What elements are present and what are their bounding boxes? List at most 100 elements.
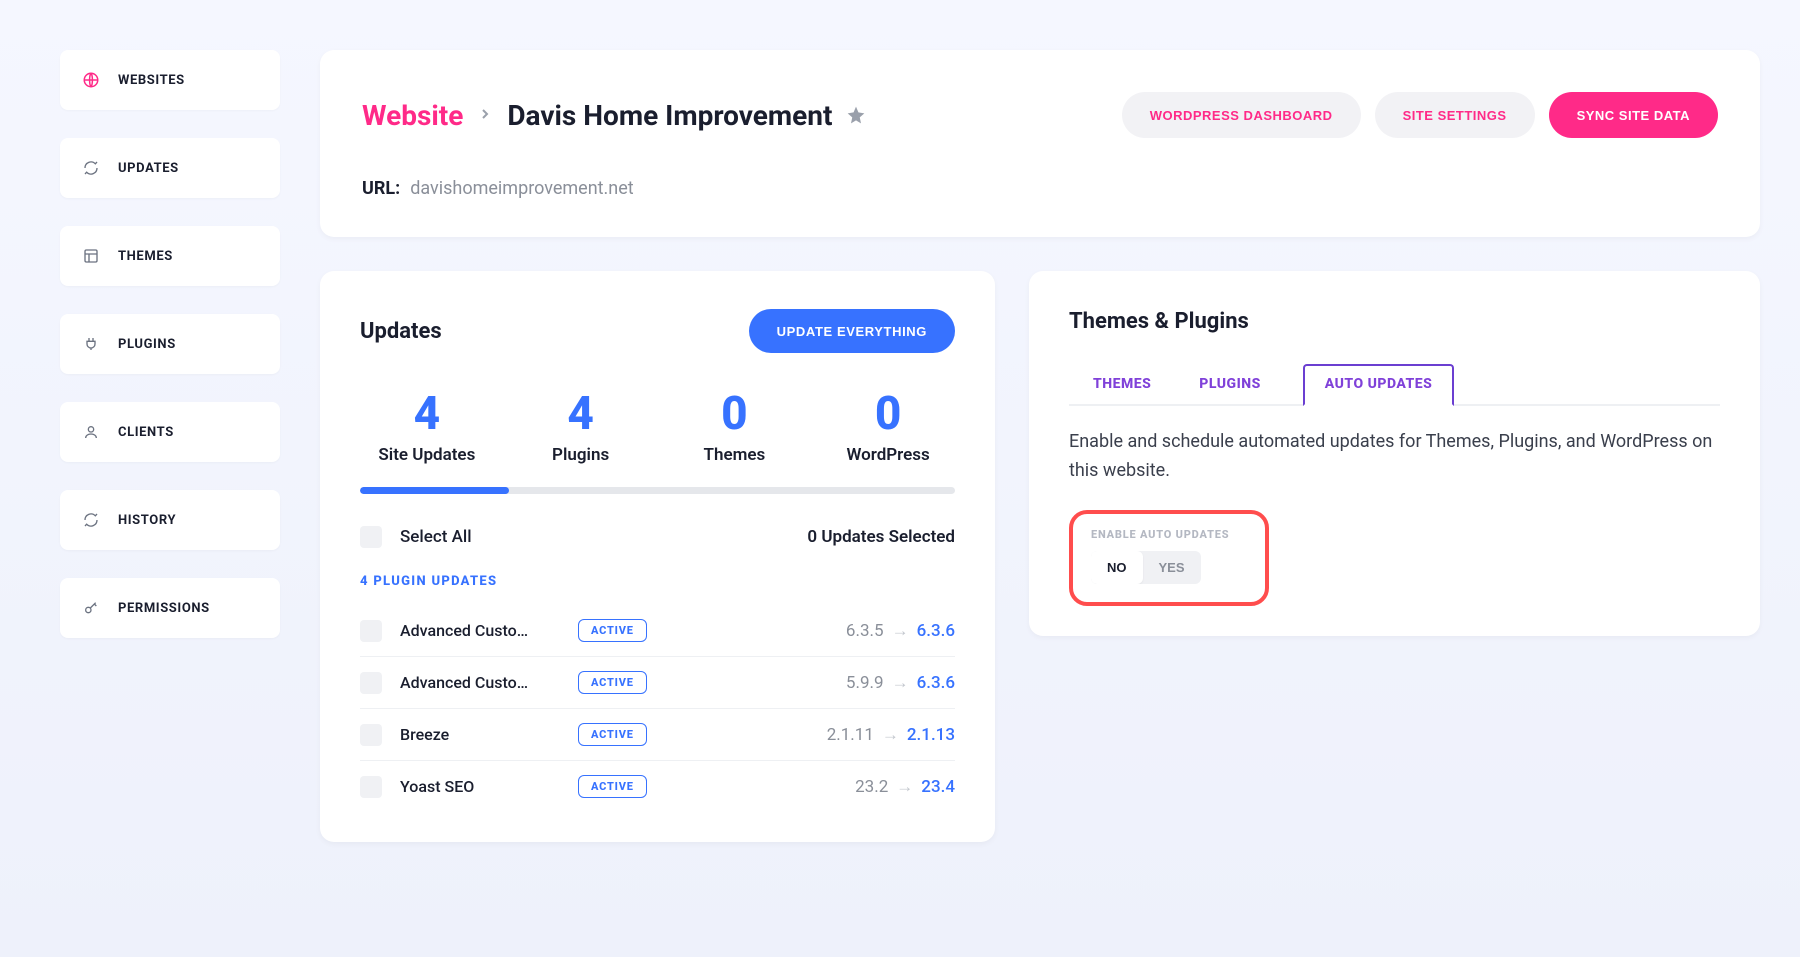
main-content: Website Davis Home Improvement WORDPRESS…	[320, 50, 1760, 842]
enable-auto-updates-label: ENABLE AUTO UPDATES	[1091, 528, 1247, 541]
sidebar-label: CLIENTS	[118, 425, 174, 440]
sidebar-label: HISTORY	[118, 513, 176, 528]
sidebar-item-updates[interactable]: UPDATES	[60, 138, 280, 198]
plugin-version: 2.1.11 → 2.1.13	[665, 725, 955, 745]
status-badge: ACTIVE	[578, 723, 647, 746]
status-badge: ACTIVE	[578, 671, 647, 694]
plugin-version: 5.9.9 → 6.3.6	[665, 673, 955, 693]
themes-plugins-title: Themes & Plugins	[1069, 309, 1720, 334]
select-all-checkbox[interactable]	[360, 526, 382, 548]
plugin-name: Advanced Custo…	[400, 673, 560, 692]
version-new: 6.3.6	[917, 621, 955, 641]
stat-label: Themes	[668, 445, 802, 465]
arrow-right-icon: →	[892, 673, 909, 693]
url-row: URL: davishomeimprovement.net	[362, 178, 1718, 199]
url-label: URL:	[362, 178, 400, 199]
arrow-right-icon: →	[892, 621, 909, 641]
stat-label: Plugins	[514, 445, 648, 465]
version-old: 5.9.9	[846, 673, 884, 693]
sync-site-data-button[interactable]: SYNC SITE DATA	[1549, 92, 1718, 138]
arrow-right-icon: →	[896, 777, 913, 797]
stat-label: WordPress	[821, 445, 955, 465]
sidebar-label: UPDATES	[118, 161, 179, 176]
plugin-checkbox[interactable]	[360, 776, 382, 798]
version-old: 23.2	[855, 777, 888, 797]
sidebar-item-clients[interactable]: CLIENTS	[60, 402, 280, 462]
progress-bar	[360, 487, 955, 494]
site-settings-button[interactable]: SITE SETTINGS	[1375, 92, 1535, 138]
stats-row: 4 Site Updates 4 Plugins 0 Themes 0 Word…	[360, 387, 955, 465]
version-new: 2.1.13	[907, 725, 955, 745]
key-icon	[82, 599, 100, 617]
sidebar-label: PERMISSIONS	[118, 601, 210, 616]
sidebar-label: WEBSITES	[118, 73, 185, 88]
plugin-checkbox[interactable]	[360, 724, 382, 746]
breadcrumb-root[interactable]: Website	[362, 99, 463, 132]
plugin-name: Advanced Custo…	[400, 621, 560, 640]
tab-auto-updates[interactable]: AUTO UPDATES	[1303, 364, 1455, 406]
enable-auto-updates-box: ENABLE AUTO UPDATES NO YES	[1069, 510, 1269, 606]
updates-title: Updates	[360, 319, 442, 344]
globe-icon	[82, 71, 100, 89]
stat-site-updates: 4 Site Updates	[360, 387, 494, 465]
progress-fill	[360, 487, 509, 494]
stat-value: 0	[668, 387, 802, 441]
select-row: Select All 0 Updates Selected	[360, 526, 955, 548]
stat-plugins: 4 Plugins	[514, 387, 648, 465]
plugin-row: Breeze ACTIVE 2.1.11 → 2.1.13	[360, 709, 955, 761]
tab-themes[interactable]: THEMES	[1087, 364, 1157, 406]
plugin-checkbox[interactable]	[360, 672, 382, 694]
star-icon[interactable]	[846, 105, 866, 125]
plugin-version: 6.3.5 → 6.3.6	[665, 621, 955, 641]
stat-label: Site Updates	[360, 445, 494, 465]
url-value[interactable]: davishomeimprovement.net	[410, 178, 633, 199]
toggle-yes[interactable]: YES	[1143, 551, 1201, 584]
auto-updates-toggle: NO YES	[1091, 551, 1201, 584]
sidebar-label: PLUGINS	[118, 337, 176, 352]
plugin-name: Breeze	[400, 725, 560, 744]
status-badge: ACTIVE	[578, 775, 647, 798]
update-everything-button[interactable]: UPDATE EVERYTHING	[749, 309, 955, 353]
stat-wordpress: 0 WordPress	[821, 387, 955, 465]
layout-icon	[82, 247, 100, 265]
sidebar-item-plugins[interactable]: PLUGINS	[60, 314, 280, 374]
sidebar-item-themes[interactable]: THEMES	[60, 226, 280, 286]
themes-plugins-panel: Themes & Plugins THEMES PLUGINS AUTO UPD…	[1029, 271, 1760, 636]
status-badge: ACTIVE	[578, 619, 647, 642]
wordpress-dashboard-button[interactable]: WORDPRESS DASHBOARD	[1122, 92, 1361, 138]
stat-value: 4	[514, 387, 648, 441]
updates-panel: Updates UPDATE EVERYTHING 4 Site Updates…	[320, 271, 995, 842]
breadcrumb: Website Davis Home Improvement	[362, 99, 866, 132]
plugin-row: Advanced Custo… ACTIVE 5.9.9 → 6.3.6	[360, 657, 955, 709]
plugin-row: Yoast SEO ACTIVE 23.2 → 23.4	[360, 761, 955, 812]
selected-count: 0 Updates Selected	[807, 527, 955, 547]
version-old: 6.3.5	[846, 621, 884, 641]
sidebar-item-history[interactable]: HISTORY	[60, 490, 280, 550]
version-old: 2.1.11	[827, 725, 874, 745]
arrow-right-icon: →	[882, 725, 899, 745]
toggle-no[interactable]: NO	[1091, 551, 1143, 584]
stat-value: 4	[360, 387, 494, 441]
plugin-name: Yoast SEO	[400, 777, 560, 796]
sidebar-label: THEMES	[118, 249, 173, 264]
version-new: 6.3.6	[917, 673, 955, 693]
sync-icon	[82, 159, 100, 177]
stat-themes: 0 Themes	[668, 387, 802, 465]
plugin-updates-section-label: 4 PLUGIN UPDATES	[360, 574, 955, 589]
breadcrumb-current: Davis Home Improvement	[507, 99, 832, 132]
chevron-right-icon	[477, 103, 493, 127]
sidebar-item-websites[interactable]: WEBSITES	[60, 50, 280, 110]
site-header-card: Website Davis Home Improvement WORDPRESS…	[320, 50, 1760, 237]
tab-plugins[interactable]: PLUGINS	[1193, 364, 1266, 406]
stat-value: 0	[821, 387, 955, 441]
plugin-checkbox[interactable]	[360, 620, 382, 642]
sidebar-item-permissions[interactable]: PERMISSIONS	[60, 578, 280, 638]
header-actions: WORDPRESS DASHBOARD SITE SETTINGS SYNC S…	[1122, 92, 1718, 138]
sidebar: WEBSITES UPDATES THEMES PLUGINS CLIENTS	[60, 50, 280, 638]
sync-icon	[82, 511, 100, 529]
plug-icon	[82, 335, 100, 353]
plugin-version: 23.2 → 23.4	[665, 777, 955, 797]
select-all-label: Select All	[400, 527, 472, 547]
plugin-list: Advanced Custo… ACTIVE 6.3.5 → 6.3.6 Adv…	[360, 605, 955, 812]
plugin-row: Advanced Custo… ACTIVE 6.3.5 → 6.3.6	[360, 605, 955, 657]
